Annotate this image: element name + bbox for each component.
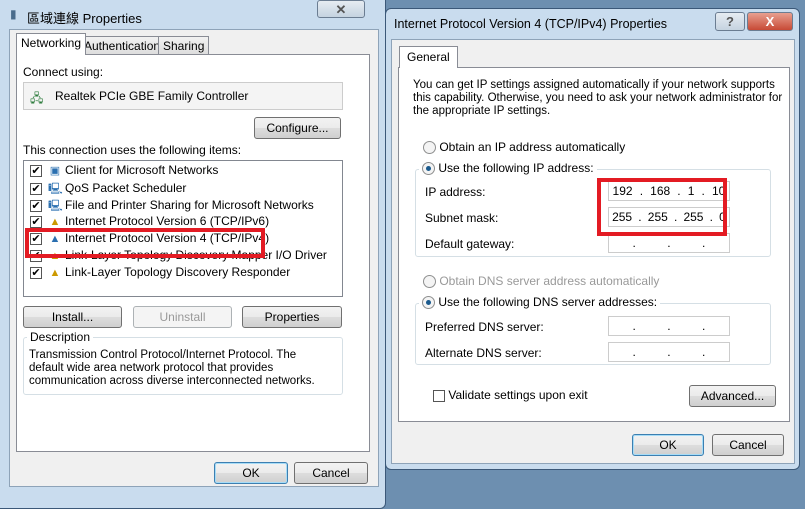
install-button[interactable]: Install...	[23, 306, 122, 328]
tab-networking[interactable]: Networking	[16, 33, 87, 55]
list-item[interactable]: ✔ 🖳 File and Printer Sharing for Microsoft…	[30, 197, 314, 214]
preferred-dns-label: Preferred DNS server:	[425, 320, 544, 334]
use-dns-radio[interactable]: Use the following DNS server addresses:	[419, 295, 661, 310]
dialog-body: General You can get IP settings assigned…	[391, 39, 795, 464]
checkbox[interactable]	[433, 389, 445, 402]
preferred-dns-input[interactable]: ...	[608, 316, 730, 336]
item-label: Internet Protocol Version 6 (TCP/IPv6)	[65, 214, 270, 228]
general-tab-panel: You can get IP settings assigned automat…	[398, 67, 790, 422]
cancel-button[interactable]: Cancel	[712, 434, 784, 456]
ip-highlight-box	[597, 178, 727, 236]
items-label: This connection uses the following items…	[23, 143, 242, 157]
ipv4-highlight-box	[25, 228, 265, 258]
intro-text: You can get IP settings assigned automat…	[413, 79, 783, 117]
validate-checkbox[interactable]: Validate settings upon exit	[433, 388, 588, 402]
network-client-icon: ▣	[49, 165, 61, 177]
advanced-button[interactable]: Advanced...	[689, 385, 776, 407]
protocol-icon: ▲	[49, 267, 61, 279]
checkbox[interactable]: ✔	[30, 164, 42, 177]
tab-general[interactable]: General	[399, 46, 458, 68]
ok-button[interactable]: OK	[214, 462, 288, 484]
ok-button[interactable]: OK	[632, 434, 704, 456]
window-title: 區域連線 Properties	[27, 11, 142, 26]
configure-button[interactable]: Configure...	[254, 117, 341, 139]
checkbox[interactable]: ✔	[30, 199, 42, 212]
obtain-ip-radio[interactable]: Obtain an IP address automatically	[423, 140, 626, 155]
ipv4-properties-window: Internet Protocol Version 4 (TCP/IPv4) P…	[385, 8, 800, 470]
dialog-body: Networking Authentication Sharing Connec…	[9, 29, 379, 487]
ip-address-label: IP address:	[425, 185, 486, 199]
alternate-dns-input[interactable]: ...	[608, 342, 730, 362]
subnet-mask-label: Subnet mask:	[425, 211, 499, 225]
radio-label: Use the following DNS server addresses:	[438, 295, 658, 309]
checkbox[interactable]: ✔	[30, 266, 42, 279]
description-text: Transmission Control Protocol/Internet P…	[29, 349, 315, 387]
radio-button[interactable]	[423, 141, 436, 155]
item-label: File and Printer Sharing for Microsoft N…	[65, 198, 314, 212]
connect-using-label: Connect using:	[23, 65, 104, 79]
tab-sharing[interactable]: Sharing	[158, 36, 210, 55]
close-button[interactable]: ✕	[317, 0, 365, 18]
list-item[interactable]: ✔ 🖳 QoS Packet Scheduler	[30, 180, 186, 197]
alternate-dns-label: Alternate DNS server:	[425, 346, 542, 360]
checkbox-label: Validate settings upon exit	[448, 388, 588, 402]
radio-label: Obtain an IP address automatically	[439, 140, 626, 154]
default-gateway-input[interactable]: ...	[608, 233, 730, 253]
help-button[interactable]: ?	[715, 12, 745, 31]
use-ip-radio[interactable]: Use the following IP address:	[419, 161, 597, 176]
radio-label: Obtain DNS server address automatically	[439, 274, 660, 288]
tab-authentication[interactable]: Authentication	[79, 36, 166, 55]
network-adapter-icon: ▮	[10, 7, 17, 21]
protocol-icon: ▲	[49, 216, 61, 228]
uninstall-button: Uninstall	[133, 306, 232, 328]
cancel-button[interactable]: Cancel	[294, 462, 368, 484]
adapter-name: Realtek PCIe GBE Family Controller	[55, 89, 249, 103]
item-label: QoS Packet Scheduler	[65, 181, 187, 195]
adapter-icon: 🖧	[30, 91, 44, 105]
close-button[interactable]: X	[747, 12, 793, 31]
description-label: Description	[27, 330, 94, 344]
radio-button[interactable]	[422, 162, 435, 176]
list-item[interactable]: ✔ ▲ Link-Layer Topology Discovery Responde…	[30, 265, 290, 282]
checkbox[interactable]: ✔	[30, 182, 42, 195]
adapter-field: 🖧 Realtek PCIe GBE Family Controller	[23, 82, 343, 110]
item-label: Client for Microsoft Networks	[65, 163, 219, 177]
radio-label: Use the following IP address:	[438, 161, 594, 175]
checkbox[interactable]: ✔	[30, 215, 42, 228]
properties-button[interactable]: Properties	[242, 306, 342, 328]
list-item[interactable]: ✔ ▣ Client for Microsoft Networks	[30, 163, 218, 180]
radio-button	[423, 275, 436, 289]
default-gateway-label: Default gateway:	[425, 237, 515, 251]
obtain-dns-radio: Obtain DNS server address automatically	[423, 274, 660, 289]
window-title: Internet Protocol Version 4 (TCP/IPv4) P…	[394, 17, 668, 31]
item-label: Link-Layer Topology Discovery Responder	[65, 265, 291, 279]
radio-button[interactable]	[422, 296, 435, 310]
